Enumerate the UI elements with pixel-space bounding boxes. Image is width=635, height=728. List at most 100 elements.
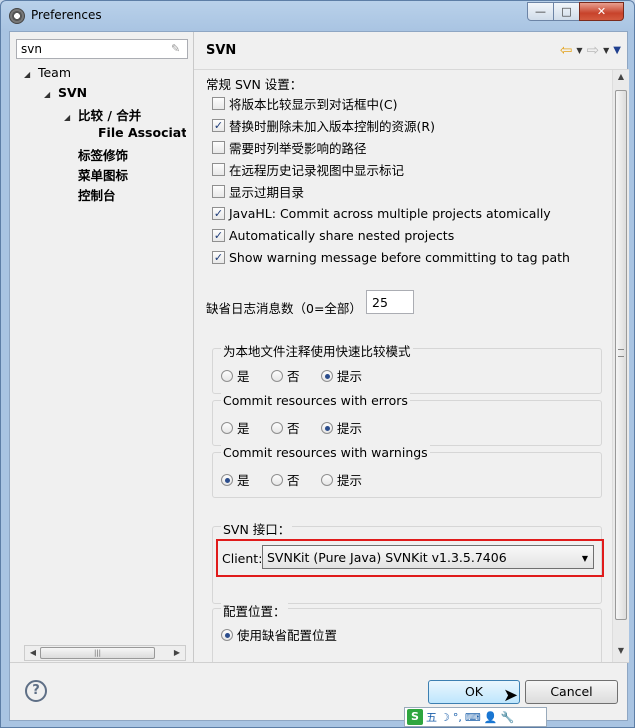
- group-label: 为本地文件注释使用快速比较模式: [221, 341, 413, 360]
- collapse-icon[interactable]: ◢: [44, 90, 54, 99]
- ime-user-icon[interactable]: 👤: [484, 711, 498, 724]
- checkbox-share-nested-projects[interactable]: ✓ Automatically share nested projects: [212, 226, 454, 244]
- commit-errors-group: Commit resources with errors 是 否 提示: [212, 393, 602, 446]
- scroll-thumb[interactable]: [615, 90, 627, 620]
- preferences-window: Preferences — □ ✕ svn ✎ ◢ Team ◢ SVN ◢ 比…: [0, 0, 635, 728]
- radio-prompt[interactable]: 提示: [321, 470, 371, 489]
- radio-label: 提示: [337, 473, 363, 488]
- checkbox-box[interactable]: ✓: [212, 250, 225, 264]
- radio-label: 提示: [337, 421, 363, 436]
- radio-dot[interactable]: [271, 421, 283, 434]
- filter-input[interactable]: svn ✎: [16, 39, 188, 59]
- ime-mode[interactable]: 五: [426, 709, 437, 725]
- collapse-icon[interactable]: ◢: [24, 70, 34, 79]
- checkbox-box[interactable]: [212, 162, 225, 176]
- filter-value: svn: [21, 42, 42, 56]
- checkbox-show-compare-dialog[interactable]: 将版本比较显示到对话框中(C): [212, 94, 397, 112]
- checkbox-box[interactable]: ✓: [212, 118, 225, 132]
- client-label: Client:: [222, 551, 263, 566]
- checkbox-box[interactable]: ✓: [212, 228, 225, 242]
- tree-item-file-associations[interactable]: File Associatic: [98, 125, 186, 140]
- tree-item-console[interactable]: 控制台: [78, 185, 116, 204]
- ime-punctuation-icon[interactable]: °,: [453, 711, 462, 724]
- radio-dot[interactable]: [321, 369, 333, 382]
- radio-no[interactable]: 否: [271, 366, 321, 385]
- help-button[interactable]: ?: [25, 680, 47, 702]
- forward-dropdown-icon[interactable]: ▼: [603, 46, 609, 55]
- minimize-button[interactable]: —: [527, 2, 554, 21]
- checkbox-delete-unversioned[interactable]: ✓ 替换时删除未加入版本控制的资源(R): [212, 116, 435, 134]
- scroll-up-icon[interactable]: ▲: [615, 72, 627, 86]
- tree-item-label-decorations[interactable]: 标签修饰: [78, 145, 128, 164]
- radio-prompt[interactable]: 提示: [321, 366, 371, 385]
- scroll-down-icon[interactable]: ▼: [615, 646, 627, 660]
- checkbox-list-affected-paths[interactable]: 需要时列举受影响的路径: [212, 138, 367, 156]
- checkbox-label: Show warning message before committing t…: [229, 249, 570, 265]
- ime-settings-icon[interactable]: 🔧: [500, 711, 514, 724]
- radio-dot[interactable]: [271, 473, 283, 486]
- radio-dot[interactable]: [271, 369, 283, 382]
- checkbox-show-tags-history[interactable]: 在远程历史记录视图中显示标记: [212, 160, 404, 178]
- radio-dot[interactable]: [321, 421, 333, 434]
- checkbox-show-outdated-folders[interactable]: 显示过期目录: [212, 182, 304, 200]
- radio-label: 提示: [337, 369, 363, 384]
- cancel-button[interactable]: Cancel: [525, 680, 618, 704]
- checkbox-label: JavaHL: Commit across multiple projects …: [229, 205, 551, 221]
- tree-item-svn[interactable]: ◢ SVN: [44, 85, 87, 100]
- tree-item-team[interactable]: ◢ Team: [24, 65, 71, 80]
- checkbox-box[interactable]: [212, 184, 225, 198]
- checkbox-box[interactable]: ✓: [212, 206, 225, 220]
- radio-no[interactable]: 否: [271, 470, 321, 489]
- radio-prompt[interactable]: 提示: [321, 418, 371, 437]
- collapse-icon[interactable]: ◢: [64, 113, 74, 122]
- chevron-down-icon[interactable]: ▼: [582, 554, 588, 563]
- radio-yes[interactable]: 是: [221, 470, 271, 489]
- forward-arrow-icon[interactable]: ⇨: [587, 41, 600, 59]
- quick-diff-group: 为本地文件注释使用快速比较模式 是 否 提示: [212, 341, 602, 394]
- view-menu-icon[interactable]: ▼: [613, 45, 621, 56]
- radio-no[interactable]: 否: [271, 418, 321, 437]
- checkbox-box[interactable]: [212, 96, 225, 110]
- radio-use-default-config[interactable]: 使用缺省配置位置: [221, 625, 337, 644]
- radio-yes[interactable]: 是: [221, 418, 271, 437]
- radio[interactable]: [221, 628, 237, 641]
- scroll-thumb[interactable]: |||: [40, 647, 155, 659]
- button-bar-separator: [10, 662, 629, 663]
- radio-dot[interactable]: [221, 421, 233, 434]
- back-dropdown-icon[interactable]: ▼: [576, 46, 582, 55]
- checkbox-box[interactable]: [212, 140, 225, 154]
- client-select[interactable]: SVNKit (Pure Java) SVNKit v1.3.5.7406 ▼: [262, 545, 594, 569]
- radio-label: 否: [287, 369, 300, 384]
- grip-icon: [618, 349, 624, 357]
- radio-dot[interactable]: [221, 473, 233, 486]
- commit-warnings-group: Commit resources with warnings 是 否 提示: [212, 445, 602, 498]
- radio-yes[interactable]: 是: [221, 366, 271, 385]
- checkbox-javahl-atomic-commit[interactable]: ✓ JavaHL: Commit across multiple project…: [212, 204, 551, 222]
- group-label: Commit resources with warnings: [221, 445, 430, 460]
- checkbox-label: 将版本比较显示到对话框中(C): [229, 96, 398, 112]
- scroll-right-icon[interactable]: ▶: [170, 647, 184, 659]
- tree-item-menu-icons[interactable]: 菜单图标: [78, 165, 128, 184]
- log-messages-input[interactable]: 25: [366, 290, 414, 314]
- radio-dot[interactable]: [221, 369, 233, 382]
- ime-moon-icon[interactable]: ☽: [440, 711, 450, 724]
- radio-dot[interactable]: [221, 628, 233, 641]
- clear-filter-icon[interactable]: ✎: [171, 43, 183, 55]
- ime-logo-icon[interactable]: S: [407, 709, 423, 725]
- log-messages-label: 缺省日志消息数（0=全部）: [206, 301, 362, 316]
- close-button[interactable]: ✕: [579, 2, 624, 21]
- tree-item-compare-merge[interactable]: ◢ 比较 / 合并: [64, 105, 141, 124]
- config-location-group: 配置位置： 使用缺省配置位置: [212, 601, 602, 662]
- maximize-button[interactable]: □: [553, 2, 580, 21]
- scroll-left-icon[interactable]: ◀: [26, 647, 40, 659]
- radio-row: 是 否 提示: [221, 470, 371, 489]
- radio-dot[interactable]: [321, 473, 333, 486]
- ime-keyboard-icon[interactable]: ⌨: [465, 711, 481, 724]
- back-arrow-icon[interactable]: ⇦: [560, 41, 573, 59]
- tree-horizontal-scrollbar[interactable]: ◀ ||| ▶: [24, 645, 186, 661]
- page-vertical-scrollbar[interactable]: ▲ ▼: [612, 70, 629, 662]
- settings-scroll-area: 常规 SVN 设置： 将版本比较显示到对话框中(C) ✓ 替换时删除未加入版本控…: [194, 70, 612, 662]
- radio-label: 使用缺省配置位置: [237, 628, 338, 643]
- checkbox-warn-tag-commit[interactable]: ✓ Show warning message before committing…: [212, 248, 570, 266]
- radio-label: 否: [287, 473, 300, 488]
